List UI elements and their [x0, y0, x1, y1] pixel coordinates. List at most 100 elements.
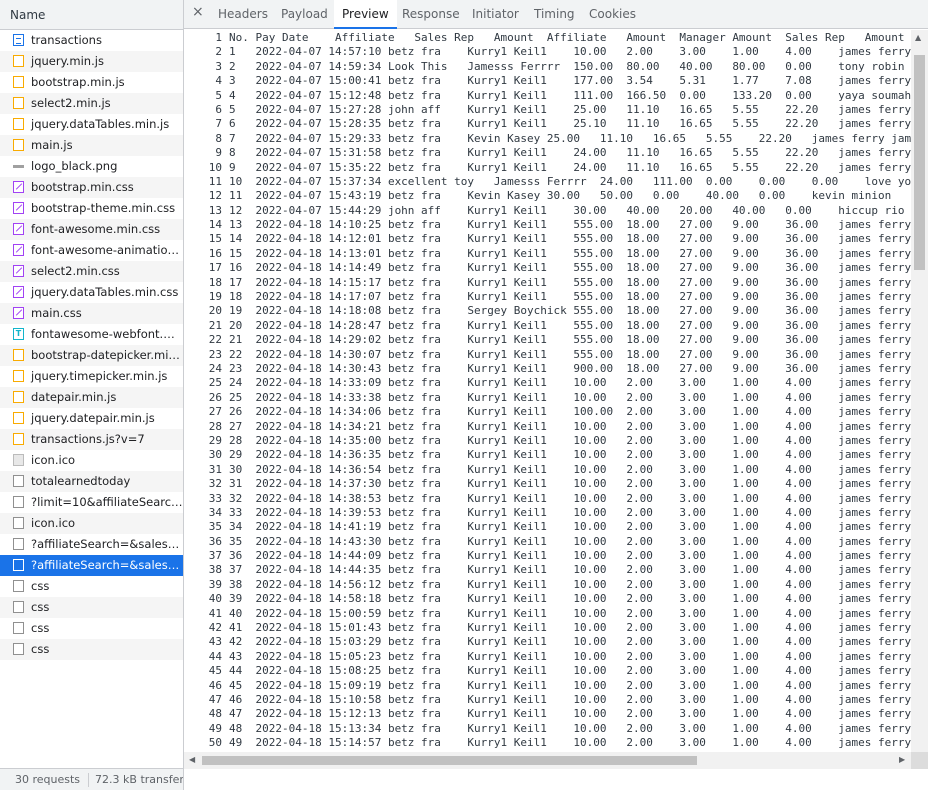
- line-number: 19: [208, 290, 222, 304]
- font-icon: T: [13, 328, 24, 340]
- line-number: 36: [208, 534, 222, 548]
- line-number: 20: [208, 304, 222, 318]
- request-row[interactable]: css: [0, 576, 183, 597]
- preview-line: 3 2 2022-04-07 14:59:34 Look This Jamesss…: [184, 60, 911, 74]
- horizontal-scroll-thumb[interactable]: [202, 756, 697, 765]
- tab-response[interactable]: Response: [402, 0, 460, 28]
- line-number: 38: [208, 563, 222, 577]
- tab-timing[interactable]: Timing: [534, 0, 575, 28]
- request-row[interactable]: jquery.timepicker.min.js: [0, 366, 183, 387]
- request-row[interactable]: jquery.datepair.min.js: [0, 408, 183, 429]
- request-row[interactable]: logo_black.png: [0, 156, 183, 177]
- line-text: 48 2022-04-18 15:13:34 betz fra Kurry1 K…: [229, 721, 911, 735]
- line-text: 27 2022-04-18 14:34:21 betz fra Kurry1 K…: [229, 419, 911, 433]
- preview-line: 17 16 2022-04-18 14:14:49 betz fra Kurry1…: [184, 261, 911, 275]
- request-row[interactable]: main.js: [0, 135, 183, 156]
- preview-line: 15 14 2022-04-18 14:12:01 betz fra Kurry1…: [184, 232, 911, 246]
- line-text: 40 2022-04-18 15:00:59 betz fra Kurry1 K…: [229, 606, 911, 620]
- request-row[interactable]: css: [0, 618, 183, 639]
- request-row[interactable]: transactions.js?v=7: [0, 429, 183, 450]
- request-row[interactable]: totalearnedtoday: [0, 471, 183, 492]
- request-row[interactable]: icon.ico: [0, 513, 183, 534]
- preview-pane[interactable]: 1 No. Pay Date Affiliate Sales Rep Amount…: [184, 30, 911, 752]
- request-row[interactable]: datepair.min.js: [0, 387, 183, 408]
- preview-line: 21 20 2022-04-18 14:28:47 betz fra Kurry1…: [184, 319, 911, 333]
- request-row[interactable]: bootstrap.min.js: [0, 72, 183, 93]
- blank-doc-icon: [13, 475, 24, 487]
- request-row[interactable]: ?limit=10&affiliateSearch=&salesRepSearc…: [0, 492, 183, 513]
- tab-payload[interactable]: Payload: [281, 0, 328, 28]
- line-text: 44 2022-04-18 15:08:25 betz fra Kurry1 K…: [229, 664, 911, 678]
- tab-cookies[interactable]: Cookies: [589, 0, 636, 28]
- request-row[interactable]: css: [0, 597, 183, 618]
- line-text: 3 2022-04-07 15:00:41 betz fra Kurry1 Ke…: [229, 74, 911, 88]
- request-row[interactable]: icon.ico: [0, 450, 183, 471]
- request-name: transactions: [31, 33, 102, 47]
- preview-line: 47 46 2022-04-18 15:10:58 betz fra Kurry1…: [184, 693, 911, 707]
- line-number: 3: [215, 59, 222, 73]
- line-text: 39 2022-04-18 14:58:18 betz fra Kurry1 K…: [229, 592, 911, 606]
- horizontal-scrollbar[interactable]: ◀ ▶: [184, 752, 911, 769]
- request-row[interactable]: font-awesome-animation.min.css: [0, 240, 183, 261]
- line-text: 11 2022-04-07 15:43:19 betz fra Kevin Ka…: [229, 189, 892, 203]
- blank-doc-icon: [13, 601, 24, 613]
- line-number: 13: [208, 203, 222, 217]
- preview-line: 30 29 2022-04-18 14:36:35 betz fra Kurry1…: [184, 448, 911, 462]
- image-icon: [13, 165, 24, 168]
- tab-initiator[interactable]: Initiator: [472, 0, 519, 28]
- scroll-left-arrow-icon[interactable]: ◀: [189, 755, 195, 764]
- vertical-scroll-thumb[interactable]: [914, 55, 925, 270]
- scroll-up-arrow-icon[interactable]: ▲: [915, 33, 921, 42]
- request-row[interactable]: select2.min.js: [0, 93, 183, 114]
- request-name: logo_black.png: [31, 159, 118, 173]
- request-row[interactable]: bootstrap.min.css: [0, 177, 183, 198]
- request-row[interactable]: font-awesome.min.css: [0, 219, 183, 240]
- close-icon[interactable]: ×: [192, 4, 204, 20]
- request-name: font-awesome-animation.min.css: [31, 243, 183, 257]
- line-text: 29 2022-04-18 14:36:35 betz fra Kurry1 K…: [229, 448, 911, 462]
- name-column-header[interactable]: Name: [0, 0, 183, 30]
- request-name: bootstrap.min.js: [31, 75, 125, 89]
- line-number: 17: [208, 261, 222, 275]
- request-row[interactable]: Tfontawesome-webfont.woff2: [0, 324, 183, 345]
- preview-line: 45 44 2022-04-18 15:08:25 betz fra Kurry1…: [184, 664, 911, 678]
- request-name: icon.ico: [31, 516, 76, 530]
- js-icon: [13, 55, 24, 67]
- line-text: 28 2022-04-18 14:35:00 betz fra Kurry1 K…: [229, 433, 911, 447]
- request-row[interactable]: ?affiliateSearch=&salesRepSearch=: [0, 555, 183, 576]
- js-icon: [13, 391, 24, 403]
- blank-doc-icon: [13, 538, 24, 550]
- line-number: 15: [208, 232, 222, 246]
- line-number: 31: [208, 462, 222, 476]
- request-name: bootstrap-theme.min.css: [31, 201, 176, 215]
- line-number: 28: [208, 419, 222, 433]
- line-text: 18 2022-04-18 14:17:07 betz fra Kurry1 K…: [229, 290, 911, 304]
- request-row[interactable]: ?affiliateSearch=&salesRepSearch=: [0, 534, 183, 555]
- preview-line: 46 45 2022-04-18 15:09:19 betz fra Kurry1…: [184, 679, 911, 693]
- request-row[interactable]: jquery.dataTables.min.css: [0, 282, 183, 303]
- request-name: jquery.datepair.min.js: [31, 411, 155, 425]
- vertical-scrollbar[interactable]: ▲: [911, 30, 928, 752]
- line-number: 9: [215, 146, 222, 160]
- request-row[interactable]: transactions: [0, 30, 183, 51]
- request-name: jquery.min.js: [31, 54, 104, 68]
- request-row[interactable]: select2.min.css: [0, 261, 183, 282]
- tab-preview[interactable]: Preview: [334, 0, 397, 29]
- line-number: 42: [208, 621, 222, 635]
- bottom-blank-strip: [184, 769, 928, 790]
- line-text: 34 2022-04-18 14:41:19 betz fra Kurry1 K…: [229, 520, 911, 534]
- tab-headers[interactable]: Headers: [218, 0, 268, 28]
- scroll-right-arrow-icon[interactable]: ▶: [899, 755, 905, 764]
- line-number: 6: [215, 102, 222, 116]
- request-row[interactable]: jquery.dataTables.min.js: [0, 114, 183, 135]
- request-row[interactable]: bootstrap-theme.min.css: [0, 198, 183, 219]
- blank-doc-icon: [13, 517, 24, 529]
- request-row[interactable]: bootstrap-datepicker.min.js: [0, 345, 183, 366]
- request-row[interactable]: jquery.min.js: [0, 51, 183, 72]
- line-text: 38 2022-04-18 14:56:12 betz fra Kurry1 K…: [229, 577, 911, 591]
- request-row[interactable]: main.css: [0, 303, 183, 324]
- preview-text-lines: 1 No. Pay Date Affiliate Sales Rep Amount…: [184, 31, 911, 751]
- blank-doc-icon: [13, 580, 24, 592]
- preview-line: 38 37 2022-04-18 14:44:35 betz fra Kurry1…: [184, 563, 911, 577]
- request-row[interactable]: css: [0, 639, 183, 660]
